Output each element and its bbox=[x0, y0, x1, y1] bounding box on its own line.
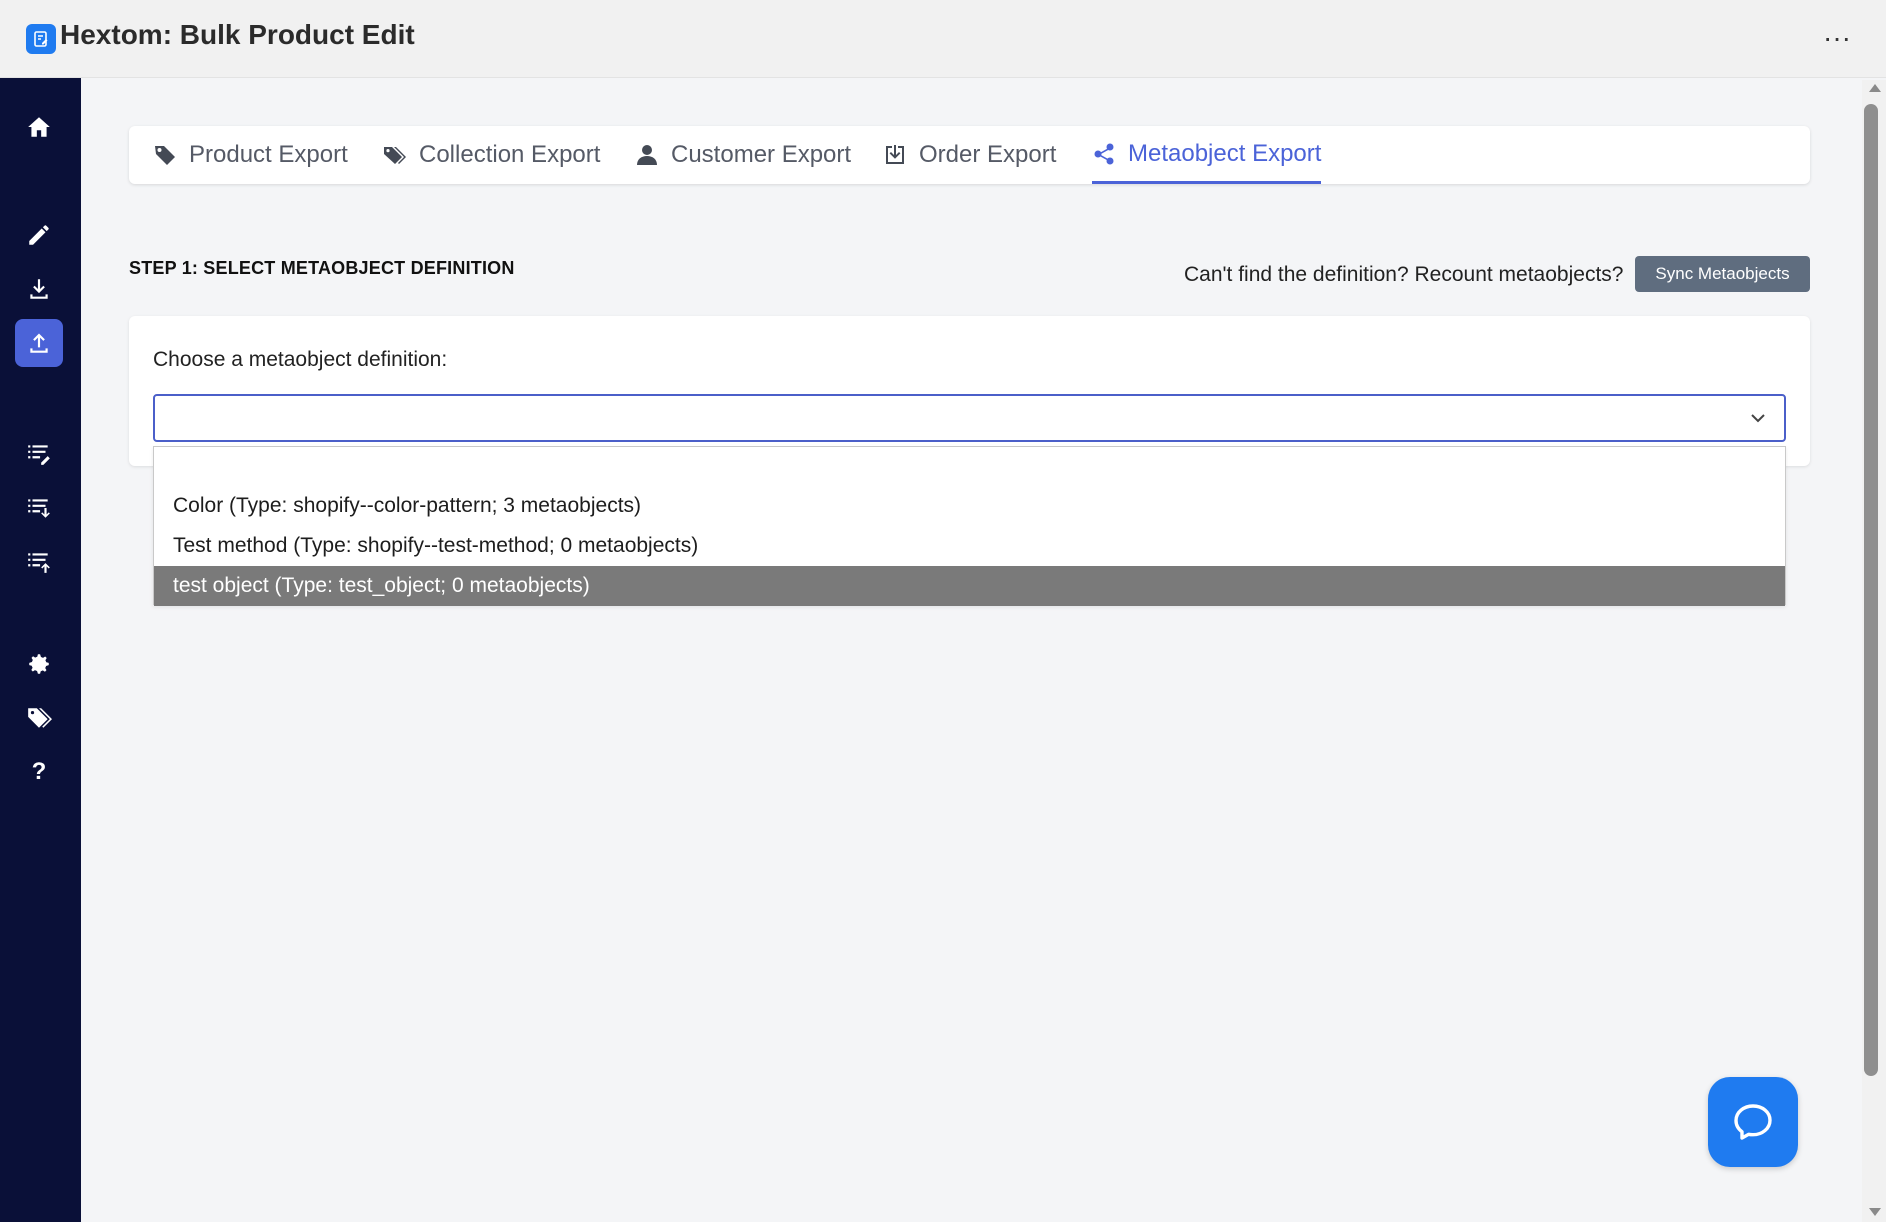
edit-document-icon bbox=[26, 24, 56, 54]
tab-label: Collection Export bbox=[419, 141, 601, 168]
sidebar-item-scheduled-edit[interactable] bbox=[15, 430, 63, 478]
scrollbar-thumb[interactable] bbox=[1864, 104, 1878, 1076]
chevron-down-icon bbox=[1751, 414, 1765, 423]
tab-collection-export[interactable]: Collection Export bbox=[383, 126, 600, 184]
sync-metaobjects-button[interactable]: Sync Metaobjects bbox=[1635, 256, 1810, 292]
tab-label: Order Export bbox=[919, 141, 1057, 168]
list-edit-icon bbox=[28, 445, 50, 465]
recount-prompt: Can't find the definition? Recount metao… bbox=[1184, 263, 1624, 286]
help-icon: ? bbox=[31, 758, 47, 785]
sidebar-item-edit[interactable] bbox=[15, 211, 63, 259]
app-title: Hextom: Bulk Product Edit bbox=[60, 19, 415, 50]
home-icon bbox=[28, 117, 50, 137]
user-icon bbox=[637, 145, 657, 165]
sidebar-nav: ? bbox=[0, 78, 81, 1222]
dropdown-option[interactable]: Color (Type: shopify--color-pattern; 3 m… bbox=[154, 486, 1785, 526]
scroll-down-arrow-icon[interactable] bbox=[1869, 1208, 1881, 1216]
sidebar-item-tags[interactable] bbox=[15, 694, 63, 742]
definition-select[interactable] bbox=[153, 394, 1786, 442]
tab-metaobject-export[interactable]: Metaobject Export bbox=[1092, 126, 1322, 184]
tags-icon bbox=[28, 708, 52, 728]
chat-support-button[interactable] bbox=[1708, 1077, 1798, 1167]
sidebar-item-import[interactable] bbox=[15, 265, 63, 313]
chat-bubble-icon bbox=[1734, 1104, 1772, 1140]
list-upload-icon bbox=[28, 553, 50, 573]
tab-label: Customer Export bbox=[671, 141, 852, 168]
gear-icon bbox=[29, 654, 49, 674]
download-icon bbox=[30, 279, 48, 299]
definition-card: Choose a metaobject definition: bbox=[129, 316, 1810, 466]
sidebar-item-scheduled-import[interactable] bbox=[15, 484, 63, 532]
tag-icon bbox=[155, 146, 175, 165]
top-bar: Hextom: Bulk Product Edit ··· bbox=[0, 0, 1886, 78]
share-nodes-icon bbox=[1094, 143, 1114, 164]
dropdown-option-empty[interactable] bbox=[154, 447, 1785, 487]
tab-label: Product Export bbox=[189, 141, 348, 168]
sidebar-item-home[interactable] bbox=[15, 103, 63, 151]
sidebar-item-export[interactable] bbox=[15, 319, 63, 367]
scroll-up-arrow-icon[interactable] bbox=[1869, 84, 1881, 92]
step-heading: STEP 1: SELECT METAOBJECT DEFINITION bbox=[129, 258, 515, 278]
download-box-icon bbox=[886, 145, 904, 164]
pencil-icon bbox=[29, 225, 49, 245]
dropdown-option[interactable]: Test method (Type: shopify--test-method;… bbox=[154, 526, 1785, 566]
tab-order-export[interactable]: Order Export bbox=[883, 126, 1056, 184]
sidebar-item-settings[interactable] bbox=[15, 640, 63, 688]
definition-label: Choose a metaobject definition: bbox=[153, 348, 448, 371]
list-download-icon bbox=[28, 499, 50, 518]
tab-label: Metaobject Export bbox=[1128, 139, 1322, 167]
tab-customer-export[interactable]: Customer Export bbox=[635, 126, 851, 184]
sidebar-item-help[interactable]: ? bbox=[15, 748, 63, 796]
dropdown-option-highlighted[interactable]: test object (Type: test_object; 0 metaob… bbox=[154, 566, 1785, 606]
upload-icon bbox=[30, 333, 48, 353]
export-tabs: Product Export Collection Export Custome… bbox=[129, 126, 1810, 184]
more-options-icon[interactable]: ··· bbox=[1820, 22, 1854, 54]
tags-icon bbox=[384, 147, 406, 164]
tab-product-export[interactable]: Product Export bbox=[153, 126, 348, 184]
sidebar-item-scheduled-export[interactable] bbox=[15, 538, 63, 586]
definition-dropdown-list: Color (Type: shopify--color-pattern; 3 m… bbox=[153, 446, 1786, 606]
